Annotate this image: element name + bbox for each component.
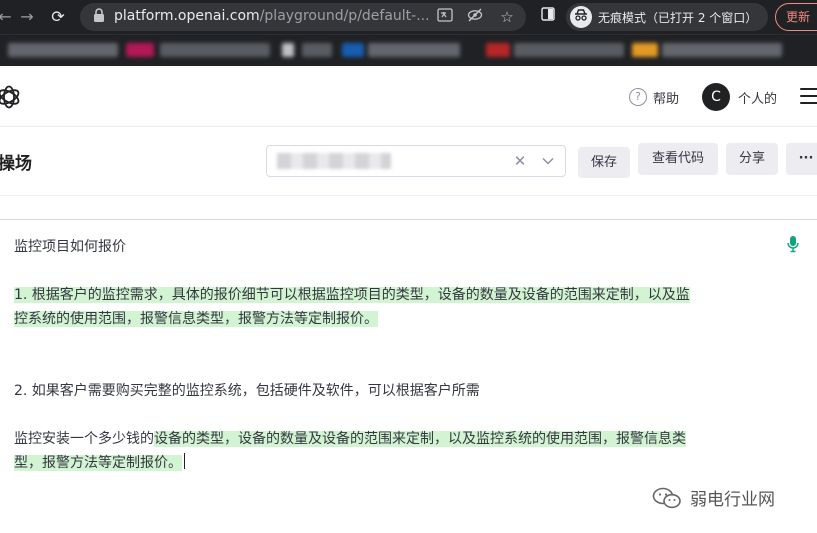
bookmark-item[interactable] bbox=[8, 43, 118, 57]
preset-value-redacted bbox=[277, 153, 391, 169]
openai-logo-icon[interactable] bbox=[0, 84, 22, 110]
completion-paragraph-1: 1. 根据客户的监控需求，具体的报价细节可以根据监控项目的类型，设备的数量及设备… bbox=[14, 283, 794, 331]
text-caret bbox=[184, 453, 185, 469]
user-inserted-text: 监控安装一个多少钱的 bbox=[14, 431, 154, 447]
completion-line: 型，报警方法等定制报价。 bbox=[14, 455, 182, 471]
wechat-icon bbox=[652, 487, 681, 508]
incognito-indicator[interactable]: 无痕模式（已打开 2 个窗口） bbox=[566, 3, 768, 31]
completion-paragraph-2: 2. 如果客户需要购买完整的监控系统，包括硬件及软件，可以根据客户所需 bbox=[14, 379, 794, 403]
close-icon[interactable]: ✕ bbox=[511, 151, 529, 171]
bookmark-item[interactable] bbox=[160, 43, 270, 57]
bookmark-item[interactable] bbox=[514, 43, 624, 57]
completion-paragraph-3: 监控安装一个多少钱的设备的类型，设备的数量及设备的范围来定制，以及监控系统的使用… bbox=[14, 427, 794, 475]
bookmark-star-icon[interactable]: ☆ bbox=[498, 8, 516, 26]
url-text[interactable]: platform.openai.com/playground/p/default… bbox=[114, 8, 430, 24]
chevron-down-icon[interactable] bbox=[539, 151, 557, 171]
completion-line: 1. 根据客户的监控需求，具体的报价细节可以根据监控项目的类型，设备的数量及设备… bbox=[14, 287, 690, 303]
watermark: 弱电行业网 bbox=[652, 485, 775, 510]
app-header: ? 帮助 C 个人的 bbox=[0, 66, 817, 127]
side-panel-icon[interactable] bbox=[538, 7, 558, 27]
address-bar[interactable]: platform.openai.com/playground/p/default… bbox=[80, 3, 526, 31]
translate-icon[interactable] bbox=[436, 8, 454, 26]
bookmark-item[interactable] bbox=[282, 43, 294, 57]
lock-icon[interactable] bbox=[90, 8, 108, 26]
forward-arrow-icon[interactable]: → bbox=[16, 6, 38, 28]
bookmark-item[interactable] bbox=[342, 43, 364, 57]
browser-toolbar: ← → ⟳ platform.openai.com/playground/p/d… bbox=[0, 0, 817, 34]
incognito-icon bbox=[570, 6, 592, 28]
bookmarks-bar bbox=[0, 34, 817, 66]
page-title: 操场 bbox=[0, 154, 32, 174]
completion-line: 控系统的使用范围，报警信息类型，报警方法等定制报价。 bbox=[14, 311, 378, 327]
eye-off-icon[interactable] bbox=[466, 8, 484, 26]
reload-icon[interactable]: ⟳ bbox=[47, 6, 69, 28]
save-button[interactable]: 保存 bbox=[578, 147, 630, 178]
more-options-button[interactable]: ··· bbox=[786, 143, 817, 175]
help-link[interactable]: ? 帮助 bbox=[629, 87, 679, 107]
back-arrow-icon[interactable]: ← bbox=[0, 6, 16, 28]
prompt-text: 监控项目如何报价 bbox=[14, 239, 126, 255]
avatar[interactable]: C bbox=[702, 83, 730, 111]
update-button[interactable]: 更新 bbox=[775, 3, 817, 31]
bookmark-item[interactable] bbox=[368, 43, 460, 57]
playground-toolbar: 操场 ✕ 保存 查看代码 分享 ··· bbox=[0, 127, 817, 196]
help-label: 帮助 bbox=[653, 91, 680, 107]
bookmark-item[interactable] bbox=[662, 43, 782, 57]
personal-account-label[interactable]: 个人的 bbox=[738, 88, 777, 107]
bookmark-item[interactable] bbox=[302, 43, 332, 57]
bookmark-item[interactable] bbox=[126, 43, 154, 57]
view-code-button[interactable]: 查看代码 bbox=[638, 143, 718, 175]
bookmark-item[interactable] bbox=[632, 43, 658, 57]
hamburger-menu-icon[interactable] bbox=[800, 88, 817, 106]
completion-line: 设备的类型，设备的数量及设备的范围来定制，以及监控系统的使用范围，报警信息类 bbox=[154, 431, 686, 447]
watermark-text: 弱电行业网 bbox=[690, 490, 775, 510]
microphone-icon[interactable] bbox=[786, 235, 800, 253]
completion-line: 2. 如果客户需要购买完整的监控系统，包括硬件及软件，可以根据客户所需 bbox=[14, 383, 480, 399]
share-button[interactable]: 分享 bbox=[726, 143, 778, 175]
bookmark-item[interactable] bbox=[486, 43, 510, 57]
help-icon: ? bbox=[629, 88, 647, 106]
incognito-label: 无痕模式（已打开 2 个窗口） bbox=[598, 11, 758, 25]
preset-select[interactable]: ✕ bbox=[266, 145, 566, 177]
